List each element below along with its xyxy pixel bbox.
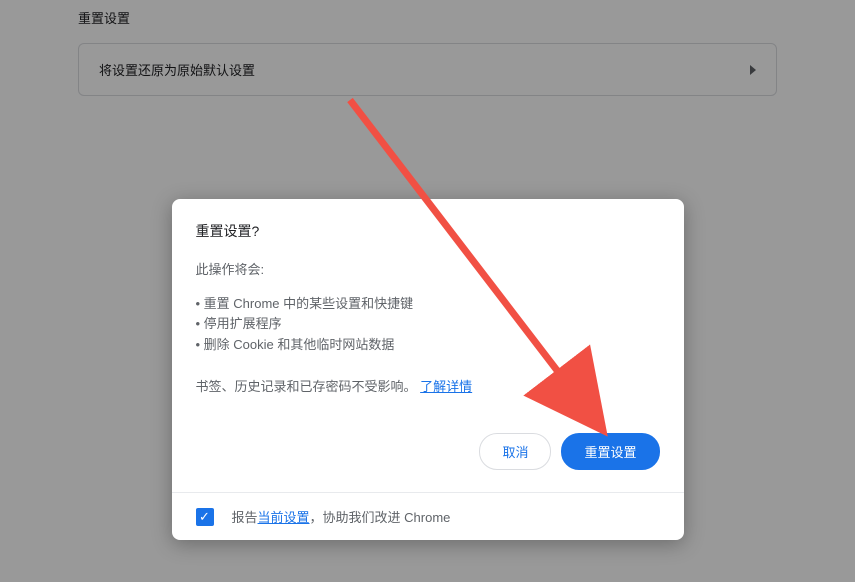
confirm-reset-button[interactable]: 重置设置 <box>561 433 659 470</box>
footer-text: 报告当前设置，协助我们改进 Chrome <box>232 507 451 526</box>
modal-overlay: 重置设置? 此操作将会: • 重置 Chrome 中的某些设置和快捷键 • 停用… <box>0 0 855 582</box>
report-checkbox[interactable]: ✓ <box>196 508 214 526</box>
dialog-note: 书签、历史记录和已存密码不受影响。 了解详情 <box>196 376 660 395</box>
footer-suffix: ，协助我们改进 Chrome <box>310 510 451 525</box>
bullet-item: • 删除 Cookie 和其他临时网站数据 <box>196 335 660 356</box>
dialog-title: 重置设置? <box>196 221 660 241</box>
note-text: 书签、历史记录和已存密码不受影响。 <box>196 379 417 394</box>
reset-dialog: 重置设置? 此操作将会: • 重置 Chrome 中的某些设置和快捷键 • 停用… <box>172 199 684 540</box>
bullet-item: • 重置 Chrome 中的某些设置和快捷键 <box>196 294 660 315</box>
dialog-intro: 此操作将会: <box>196 259 660 278</box>
bullet-item: • 停用扩展程序 <box>196 314 660 335</box>
learn-more-link[interactable]: 了解详情 <box>420 379 472 394</box>
cancel-button[interactable]: 取消 <box>479 433 551 470</box>
current-settings-link[interactable]: 当前设置 <box>258 510 310 525</box>
footer-prefix: 报告 <box>232 510 258 525</box>
dialog-bullets: • 重置 Chrome 中的某些设置和快捷键 • 停用扩展程序 • 删除 Coo… <box>196 294 660 356</box>
